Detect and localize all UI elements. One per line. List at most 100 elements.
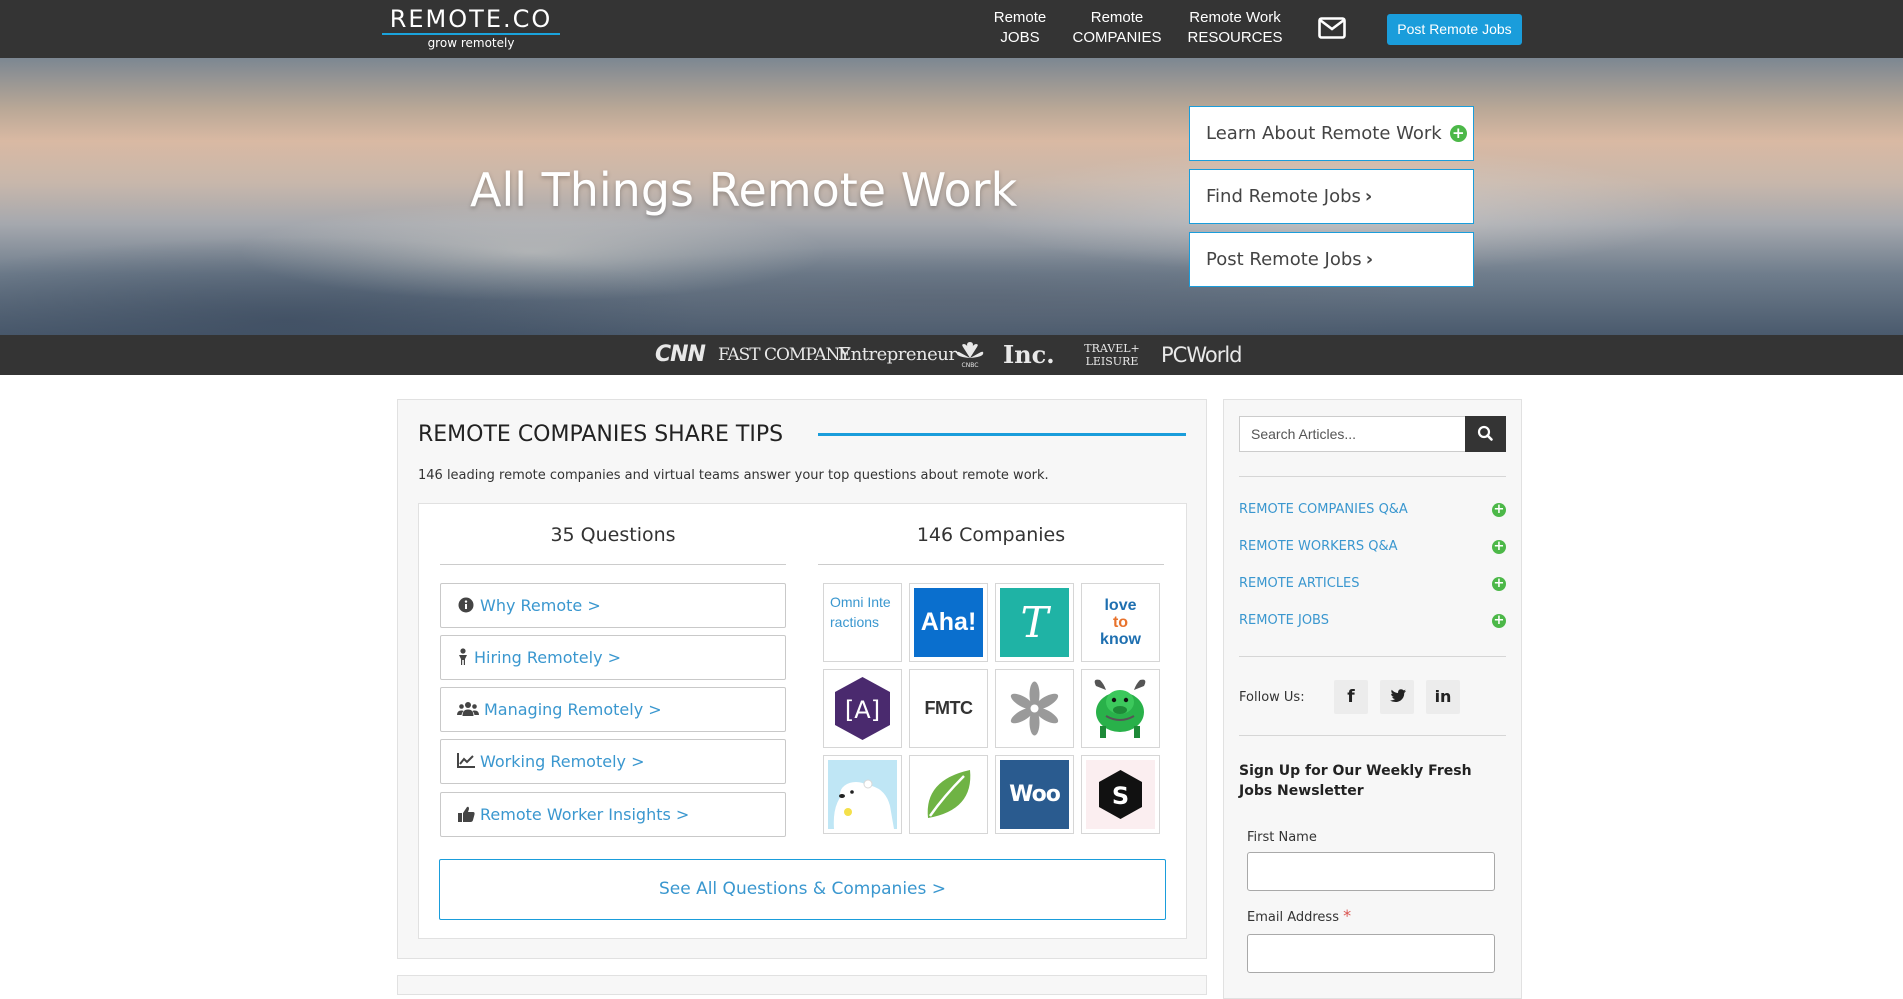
see-all-questions-companies-button[interactable]: See All Questions & Companies >: [439, 859, 1166, 920]
newsletter-title: Sign Up for Our Weekly Fresh Jobs Newsle…: [1239, 763, 1472, 799]
logo-alt-text: Omni Interactions: [830, 594, 891, 630]
question-label: Working Remotely >: [480, 752, 645, 771]
title-accent-rule: [818, 433, 1186, 436]
first-name-label: First Name: [1247, 830, 1317, 845]
nav-link-line1: Remote: [993, 9, 1047, 26]
company-logo-green-leaf[interactable]: [909, 755, 988, 834]
nav-link-remote-jobs[interactable]: Remote JOBS: [985, 8, 1055, 48]
facebook-icon[interactable]: f: [1334, 680, 1368, 714]
nav-link-line2: RESOURCES: [1187, 29, 1283, 46]
first-name-field[interactable]: [1247, 852, 1495, 891]
company-logo-polar-bear[interactable]: [823, 755, 902, 834]
company-logo-flower[interactable]: [995, 669, 1074, 748]
company-logo-woo[interactable]: Woo: [995, 755, 1074, 834]
press-logo-fast-company: FAST COMPANY: [718, 345, 851, 365]
companies-heading: 146 Companies: [916, 524, 1066, 546]
nav-link-line1: Remote: [1090, 9, 1144, 26]
sidebar-link-label: REMOTE JOBS: [1239, 613, 1329, 628]
chevron-right-icon: ›: [1365, 249, 1374, 270]
why-remote-button[interactable]: Why Remote >: [440, 583, 786, 628]
search-button[interactable]: [1465, 416, 1506, 452]
managing-remotely-button[interactable]: Managing Remotely >: [440, 687, 786, 732]
required-marker: *: [1343, 906, 1352, 925]
questions-heading: 35 Questions: [550, 524, 676, 546]
info-circle-icon: [456, 585, 476, 628]
logo-text: to: [1112, 614, 1129, 631]
remote-companies-tips-panel: REMOTE COMPANIES SHARE TIPS 146 leading …: [397, 399, 1207, 959]
search-icon: [1477, 425, 1493, 441]
nav-link-line2: COMPANIES: [1072, 29, 1162, 46]
next-panel-edge: [397, 975, 1207, 995]
person-icon: [456, 637, 470, 680]
logo-text: Aha!: [920, 608, 977, 636]
twitter-icon[interactable]: [1380, 680, 1414, 714]
nav-link-remote-work-resources[interactable]: Remote Work RESOURCES: [1182, 8, 1288, 48]
email-label-text: Email Address: [1247, 910, 1339, 925]
linkedin-icon[interactable]: in: [1426, 680, 1460, 714]
press-logo-cnbc: CNBC: [956, 342, 984, 369]
question-label: Hiring Remotely >: [474, 648, 622, 667]
press-logo-travel-leisure: TRAVEL+ LEISURE: [1084, 342, 1140, 368]
company-logo-omni-interactions[interactable]: Omni Interactions: [823, 583, 902, 662]
logo-text: know: [1100, 631, 1141, 648]
email-address-field[interactable]: [1247, 934, 1495, 973]
company-logo-green-bull[interactable]: [1081, 669, 1160, 748]
press-logo-entrepreneur: Entrepreneur: [838, 344, 957, 365]
chevron-right-icon: ›: [1364, 186, 1373, 207]
plus-circle-icon[interactable]: +: [1492, 614, 1506, 628]
company-logo-aha[interactable]: Aha!: [909, 583, 988, 662]
thumbs-up-icon: [456, 794, 476, 837]
logo-tagline: grow remotely: [427, 36, 515, 50]
press-logo-cnn: CNN: [655, 342, 706, 367]
logo-text: Woo: [1009, 782, 1061, 807]
company-logo-fmtc[interactable]: FMTC: [909, 669, 988, 748]
envelope-icon[interactable]: [1318, 17, 1346, 39]
press-logo-inc: Inc.: [1003, 340, 1055, 369]
sidebar: REMOTE COMPANIES Q&A + REMOTE WORKERS Q&…: [1223, 399, 1522, 999]
post-remote-jobs-button[interactable]: Post Remote Jobs: [1387, 14, 1522, 45]
plus-circle-icon[interactable]: +: [1492, 503, 1506, 517]
section-title: REMOTE COMPANIES SHARE TIPS: [418, 422, 784, 447]
nav-link-remote-companies[interactable]: Remote COMPANIES: [1072, 8, 1162, 48]
company-logo-lovetoknow[interactable]: love to know: [1081, 583, 1160, 662]
email-address-label: Email Address *: [1247, 907, 1351, 927]
site-logo[interactable]: REMOTE.CO grow remotely: [381, 6, 561, 52]
company-logo-bracket-a[interactable]: [A]: [823, 669, 902, 748]
company-logo-script-t[interactable]: T: [995, 583, 1074, 662]
sidebar-link-remote-workers-qa[interactable]: REMOTE WORKERS Q&A +: [1239, 537, 1506, 557]
plus-circle-icon: +: [1449, 125, 1467, 142]
divider: [1239, 735, 1506, 736]
working-remotely-button[interactable]: Working Remotely >: [440, 739, 786, 784]
hero-banner: All Things Remote Work Learn About Remot…: [0, 58, 1903, 335]
svg-text:S: S: [1112, 782, 1129, 810]
company-logo-hexagon-s[interactable]: S: [1081, 755, 1160, 834]
users-icon: [456, 689, 480, 732]
follow-us-label: Follow Us:: [1239, 690, 1305, 705]
sidebar-link-remote-companies-qa[interactable]: REMOTE COMPANIES Q&A +: [1239, 500, 1506, 520]
sidebar-link-label: REMOTE ARTICLES: [1239, 576, 1360, 591]
divider: [440, 564, 786, 565]
question-label: Why Remote >: [480, 596, 601, 615]
hero-title: All Things Remote Work: [470, 163, 1018, 217]
hero-button-label: Learn About Remote Work: [1206, 123, 1442, 144]
search-articles-input[interactable]: [1239, 416, 1466, 452]
svg-text:CNBC: CNBC: [962, 362, 979, 369]
section-subtitle: 146 leading remote companies and virtual…: [418, 468, 1049, 483]
plus-circle-icon[interactable]: +: [1492, 577, 1506, 591]
question-label: Remote Worker Insights >: [480, 805, 690, 824]
remote-worker-insights-button[interactable]: Remote Worker Insights >: [440, 792, 786, 837]
learn-about-remote-work-button[interactable]: Learn About Remote Work +: [1189, 106, 1474, 161]
sidebar-link-label: REMOTE WORKERS Q&A: [1239, 539, 1398, 554]
line-chart-icon: [456, 741, 476, 784]
top-navigation: REMOTE.CO grow remotely Remote JOBS Remo…: [0, 0, 1903, 58]
post-remote-jobs-hero-button[interactable]: Post Remote Jobs ›: [1189, 232, 1474, 287]
sidebar-link-remote-jobs[interactable]: REMOTE JOBS +: [1239, 611, 1506, 631]
find-remote-jobs-button[interactable]: Find Remote Jobs ›: [1189, 169, 1474, 224]
plus-circle-icon[interactable]: +: [1492, 540, 1506, 554]
logo-text: T: [1020, 598, 1049, 647]
hiring-remotely-button[interactable]: Hiring Remotely >: [440, 635, 786, 680]
questions-companies-box: 35 Questions 146 Companies Why Remote > …: [418, 503, 1187, 939]
press-logo-pcworld: PCWorld: [1161, 343, 1243, 367]
press-logos-bar: CNN FAST COMPANY Entrepreneur CNBC Inc. …: [0, 335, 1903, 375]
sidebar-link-remote-articles[interactable]: REMOTE ARTICLES +: [1239, 574, 1506, 594]
